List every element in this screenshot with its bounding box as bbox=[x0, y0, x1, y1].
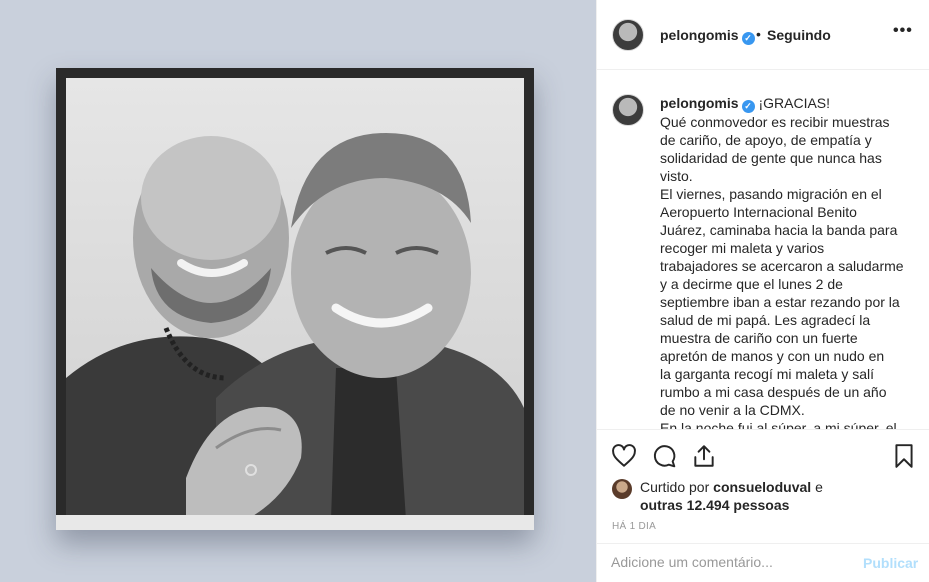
comment-bar: Publicar bbox=[597, 543, 929, 582]
caption-line: septiembre iban a estar rezando por la bbox=[660, 294, 900, 310]
caption-line: muestra de cariño con un fuerte bbox=[660, 330, 858, 346]
caption-username-link[interactable]: pelongomis bbox=[660, 95, 739, 111]
caption-line: trabajadores se acercaron a saludarme bbox=[660, 258, 904, 274]
post-details-pane: pelongomis ✓ • Seguindo ••• pelongomis ✓ ¡… bbox=[597, 0, 929, 582]
caption-author-avatar[interactable] bbox=[612, 94, 644, 126]
comment-input[interactable] bbox=[611, 554, 851, 570]
caption-line: ¡GRACIAS! bbox=[758, 95, 831, 111]
bookmark-icon[interactable] bbox=[891, 443, 917, 469]
post-header: pelongomis ✓ • Seguindo ••• bbox=[597, 0, 929, 70]
actions-divider bbox=[597, 429, 929, 430]
liker-avatar[interactable] bbox=[612, 479, 632, 499]
caption-verified-badge-icon: ✓ bbox=[741, 100, 755, 113]
following-button[interactable]: Seguindo bbox=[767, 27, 831, 43]
caption-line: recoger mi maleta y varios bbox=[660, 240, 825, 256]
caption-line: de cariño, de apoyo, de empatía y bbox=[660, 132, 872, 148]
post-media-pane bbox=[0, 0, 596, 582]
caption-line: rumbo a mi casa después de un año bbox=[660, 384, 887, 400]
post-photo[interactable] bbox=[56, 68, 534, 530]
caption-line: Juárez, caminaba hacia la banda para bbox=[660, 222, 898, 238]
likes-text: Curtido por consueloduval e outras 12.49… bbox=[640, 479, 823, 513]
photo-image bbox=[66, 78, 524, 520]
header-separator: • bbox=[756, 26, 761, 42]
photo-illustration bbox=[66, 78, 524, 520]
caption-line: solidaridad de gente que nunca has bbox=[660, 150, 882, 166]
caption-line: salud de mi papá. Les agradecí la bbox=[660, 312, 871, 328]
caption-line: de no venir a la CDMX. bbox=[660, 402, 805, 418]
liker-username-link[interactable]: consueloduval bbox=[713, 479, 811, 495]
post-timestamp[interactable]: HÁ 1 DIA bbox=[612, 521, 656, 532]
photo-frame-strip bbox=[56, 515, 534, 530]
likes-count-link[interactable]: outras 12.494 pessoas bbox=[640, 497, 789, 513]
caption-scroll-area[interactable]: pelongomis ✓ ¡GRACIAS! Qué conmovedor es … bbox=[597, 71, 929, 429]
caption-line: En la noche fui al súper, a mi súper, el bbox=[660, 420, 897, 429]
publish-button[interactable]: Publicar bbox=[863, 555, 918, 571]
caption-line: apretón de manos y con un nudo en bbox=[660, 348, 885, 364]
author-avatar[interactable] bbox=[612, 19, 644, 51]
caption-line: El viernes, pasando migración en el bbox=[660, 186, 882, 202]
more-options-icon[interactable]: ••• bbox=[893, 22, 913, 40]
author-username-link[interactable]: pelongomis ✓ bbox=[660, 27, 755, 45]
comment-icon[interactable] bbox=[651, 443, 677, 469]
caption-line: la garganta recogí mi maleta y salí bbox=[660, 366, 874, 382]
caption: pelongomis ✓ ¡GRACIAS! Qué conmovedor es … bbox=[660, 94, 912, 429]
share-icon[interactable] bbox=[691, 443, 717, 469]
caption-line: Aeropuerto Internacional Benito bbox=[660, 204, 857, 220]
caption-line: visto. bbox=[660, 168, 693, 184]
caption-line: y a decirme que el lunes 2 de bbox=[660, 276, 843, 292]
verified-badge-icon: ✓ bbox=[741, 32, 755, 45]
heart-icon[interactable] bbox=[611, 443, 637, 469]
caption-line: Qué conmovedor es recibir muestras bbox=[660, 114, 890, 130]
